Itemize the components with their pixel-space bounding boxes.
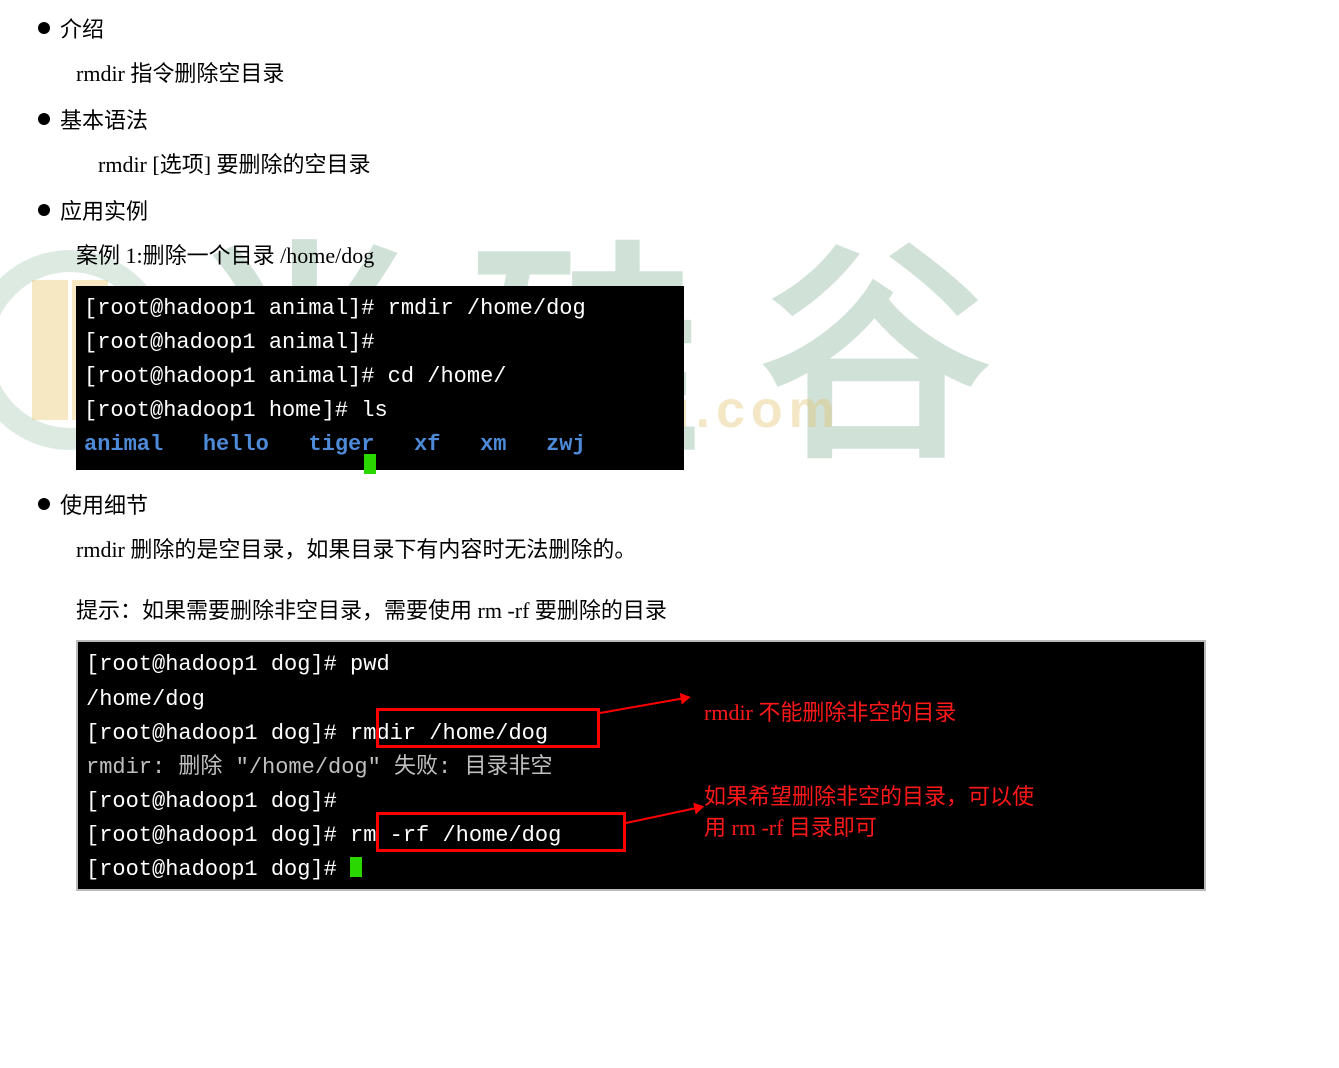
cursor-icon	[350, 857, 362, 877]
terminal-prompt: [root@hadoop1 dog]#	[86, 721, 337, 746]
terminal-screenshot-2: [root@hadoop1 dog]# pwd /home/dog [root@…	[76, 640, 1206, 891]
terminal-prompt: [root@hadoop1 animal]#	[84, 364, 374, 389]
terminal-output: /home/dog	[86, 683, 1196, 717]
terminal-command: rmdir /home/dog	[374, 296, 585, 321]
ls-item: zwj	[546, 432, 586, 457]
section-title: 使用细节	[60, 488, 148, 520]
terminal-prompt: [root@hadoop1 animal]#	[84, 296, 374, 321]
annotation-text-2: 如果希望删除非空的目录，可以使用 rm -rf 目录即可	[704, 782, 1044, 844]
terminal-command: ls	[348, 398, 388, 423]
terminal-command: pwd	[337, 652, 390, 677]
annotation-box-rmdir	[376, 708, 600, 748]
details-line2: 提示：如果需要删除非空目录，需要使用 rm -rf 要删除的目录	[76, 593, 1319, 628]
terminal-prompt: [root@hadoop1 dog]#	[86, 652, 337, 677]
terminal-prompt: [root@hadoop1 home]#	[84, 398, 348, 423]
section-details-heading: 使用细节	[38, 488, 1319, 520]
section-example-heading: 应用实例	[38, 194, 1319, 226]
terminal-command: cd /home/	[374, 364, 506, 389]
terminal-ls-output: animal hello tiger xf xm zwj	[84, 428, 676, 462]
ls-item: animal	[84, 432, 163, 457]
section-title: 介绍	[60, 12, 104, 44]
terminal-screenshot-1: [root@hadoop1 animal]# rmdir /home/dog […	[76, 286, 684, 470]
example-case: 案例 1:删除一个目录 /home/dog	[76, 238, 1319, 273]
terminal-prompt: [root@hadoop1 dog]#	[86, 789, 337, 814]
section-syntax-heading: 基本语法	[38, 103, 1319, 135]
section-title: 应用实例	[60, 194, 148, 226]
terminal-error: rmdir: 删除 "/home/dog" 失败: 目录非空	[86, 751, 1196, 785]
bullet-icon	[38, 22, 50, 34]
terminal-prompt: [root@hadoop1 dog]#	[86, 823, 337, 848]
ls-item: xm	[480, 432, 506, 457]
annotation-text-1: rmdir 不能删除非空的目录	[704, 696, 956, 730]
bullet-icon	[38, 204, 50, 216]
ls-item: hello	[203, 432, 269, 457]
bullet-icon	[38, 113, 50, 125]
bullet-icon	[38, 498, 50, 510]
terminal-prompt: [root@hadoop1 dog]#	[86, 857, 337, 882]
annotation-box-rmrf	[376, 812, 626, 852]
intro-body: rmdir 指令删除空目录	[76, 56, 1319, 91]
ls-item: xf	[414, 432, 440, 457]
section-title: 基本语法	[60, 103, 148, 135]
cursor-icon	[364, 454, 376, 474]
details-line1: rmdir 删除的是空目录，如果目录下有内容时无法删除的。	[76, 532, 1319, 567]
syntax-body: rmdir [选项] 要删除的空目录	[98, 147, 1319, 182]
terminal-prompt: [root@hadoop1 animal]#	[84, 330, 374, 355]
section-intro-heading: 介绍	[38, 12, 1319, 44]
